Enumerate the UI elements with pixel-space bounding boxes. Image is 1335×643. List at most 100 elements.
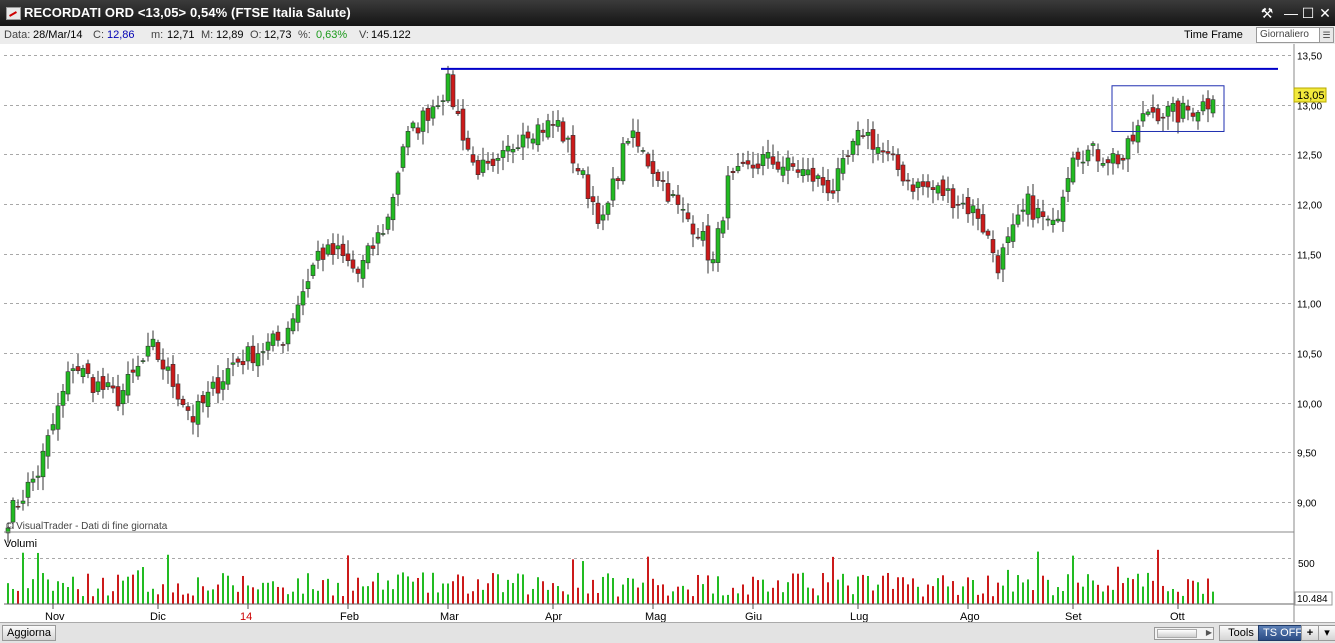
volume-bar xyxy=(117,574,119,604)
candle-body xyxy=(985,230,991,236)
volume-bar xyxy=(667,595,669,604)
volume-bar xyxy=(642,582,644,604)
volume-bar xyxy=(897,577,899,604)
price-chart[interactable]: © VisualTrader - Dati di fine giornata V… xyxy=(0,44,1335,622)
candle-body xyxy=(1040,211,1046,218)
candle-body xyxy=(850,140,856,155)
candle-body xyxy=(710,259,716,264)
candle-body xyxy=(600,214,606,221)
candle-body xyxy=(1115,154,1121,165)
volume-bar xyxy=(592,579,594,604)
candle-body xyxy=(470,154,476,163)
candle-body xyxy=(185,406,191,411)
candle-body xyxy=(350,259,356,269)
tools-icon[interactable]: ⚒ xyxy=(1258,4,1276,22)
candle-body xyxy=(70,368,76,371)
candle-body xyxy=(1110,153,1116,164)
pct-value: 0,63% xyxy=(316,29,348,41)
volume-bar xyxy=(1072,555,1074,604)
volume-bar xyxy=(632,578,634,604)
volume-bar xyxy=(72,576,74,604)
volume-bar xyxy=(757,580,759,604)
candle-body xyxy=(590,196,596,203)
candle-body xyxy=(785,157,791,171)
candle-body xyxy=(690,223,696,235)
volume-bar xyxy=(747,594,749,604)
volume-bar xyxy=(792,573,794,604)
volume-bar xyxy=(57,581,59,604)
volume-bar xyxy=(1092,580,1094,604)
price-tick-label: 10,00 xyxy=(1297,400,1322,411)
candle-body xyxy=(1075,151,1081,160)
candle-body xyxy=(950,188,956,209)
candle-body xyxy=(150,338,156,347)
candle-body xyxy=(35,475,41,478)
open-label: O: xyxy=(250,29,262,41)
scroll-arrows-icon[interactable]: ▾ xyxy=(1318,625,1335,641)
min-label: m: xyxy=(151,29,164,41)
aggiorna-button[interactable]: Aggiorna xyxy=(2,625,57,641)
volume-bar xyxy=(1147,572,1149,604)
candle-body xyxy=(140,360,146,362)
close-icon[interactable]: ✕ xyxy=(1316,4,1334,22)
candle-body xyxy=(1150,107,1156,113)
scrollbar-thumb[interactable] xyxy=(1157,629,1197,638)
volume-bar xyxy=(807,587,809,604)
add-icon[interactable]: + xyxy=(1301,625,1319,641)
tools-button[interactable]: Tools xyxy=(1219,625,1263,641)
volume-bar xyxy=(192,595,194,604)
ts-off-button[interactable]: TS OFF xyxy=(1258,625,1308,641)
volume-bar xyxy=(92,596,94,604)
candle-body xyxy=(975,208,981,219)
volume-bar xyxy=(242,575,244,604)
candle-body xyxy=(560,121,566,142)
volume-bar xyxy=(772,587,774,604)
horizontal-scrollbar[interactable]: ▶ xyxy=(1154,627,1214,640)
volume-bar xyxy=(1022,582,1024,604)
maximize-icon[interactable]: ☐ xyxy=(1299,4,1317,22)
title-bar: RECORDATI ORD <13,05> 0,54% (FTSE Italia… xyxy=(0,0,1335,26)
volume-bar xyxy=(42,573,44,604)
time-tick-label: Mar xyxy=(440,611,459,622)
volume-bar xyxy=(307,573,309,604)
dropdown-icon[interactable]: ☰ xyxy=(1319,28,1333,42)
volume-bar xyxy=(597,592,599,604)
volume-bar xyxy=(282,587,284,604)
volume-bar xyxy=(882,575,884,604)
candle-body xyxy=(190,416,196,423)
candle-body xyxy=(730,171,736,173)
candle-body xyxy=(280,344,286,346)
candle-body xyxy=(485,160,491,164)
candle-body xyxy=(535,124,541,146)
volume-bar xyxy=(287,594,289,604)
candle-body xyxy=(995,255,1001,274)
candle-body xyxy=(495,158,501,161)
time-tick-label: Set xyxy=(1065,611,1082,622)
candle-body xyxy=(370,245,376,249)
candle-body xyxy=(845,155,851,157)
volume-bar xyxy=(532,588,534,604)
candle-body xyxy=(205,391,211,407)
volume-bar xyxy=(612,578,614,604)
time-tick-label: Nov xyxy=(45,611,65,622)
volume-bar xyxy=(1002,585,1004,604)
volume-bar xyxy=(312,589,314,604)
time-tick-label: Ott xyxy=(1170,611,1185,622)
volume-bar xyxy=(447,583,449,604)
volume-bar xyxy=(652,578,654,604)
scroll-right-icon[interactable]: ▶ xyxy=(1206,628,1212,637)
candle-body xyxy=(825,180,831,194)
candle-body xyxy=(285,327,291,345)
candle-body xyxy=(735,165,741,172)
volume-bar xyxy=(1027,579,1029,604)
candle-body xyxy=(235,358,241,363)
candle-body xyxy=(620,143,626,182)
last-price-label: 13,05 xyxy=(1297,90,1325,102)
volume-bar xyxy=(1047,579,1049,604)
volume-bar xyxy=(822,573,824,604)
close-label: C: xyxy=(93,29,104,41)
candle-body xyxy=(1210,99,1216,114)
volume-bar xyxy=(237,591,239,604)
timeframe-select[interactable]: Giornaliero ☰ xyxy=(1256,27,1334,43)
minimize-icon[interactable]: — xyxy=(1282,4,1300,22)
